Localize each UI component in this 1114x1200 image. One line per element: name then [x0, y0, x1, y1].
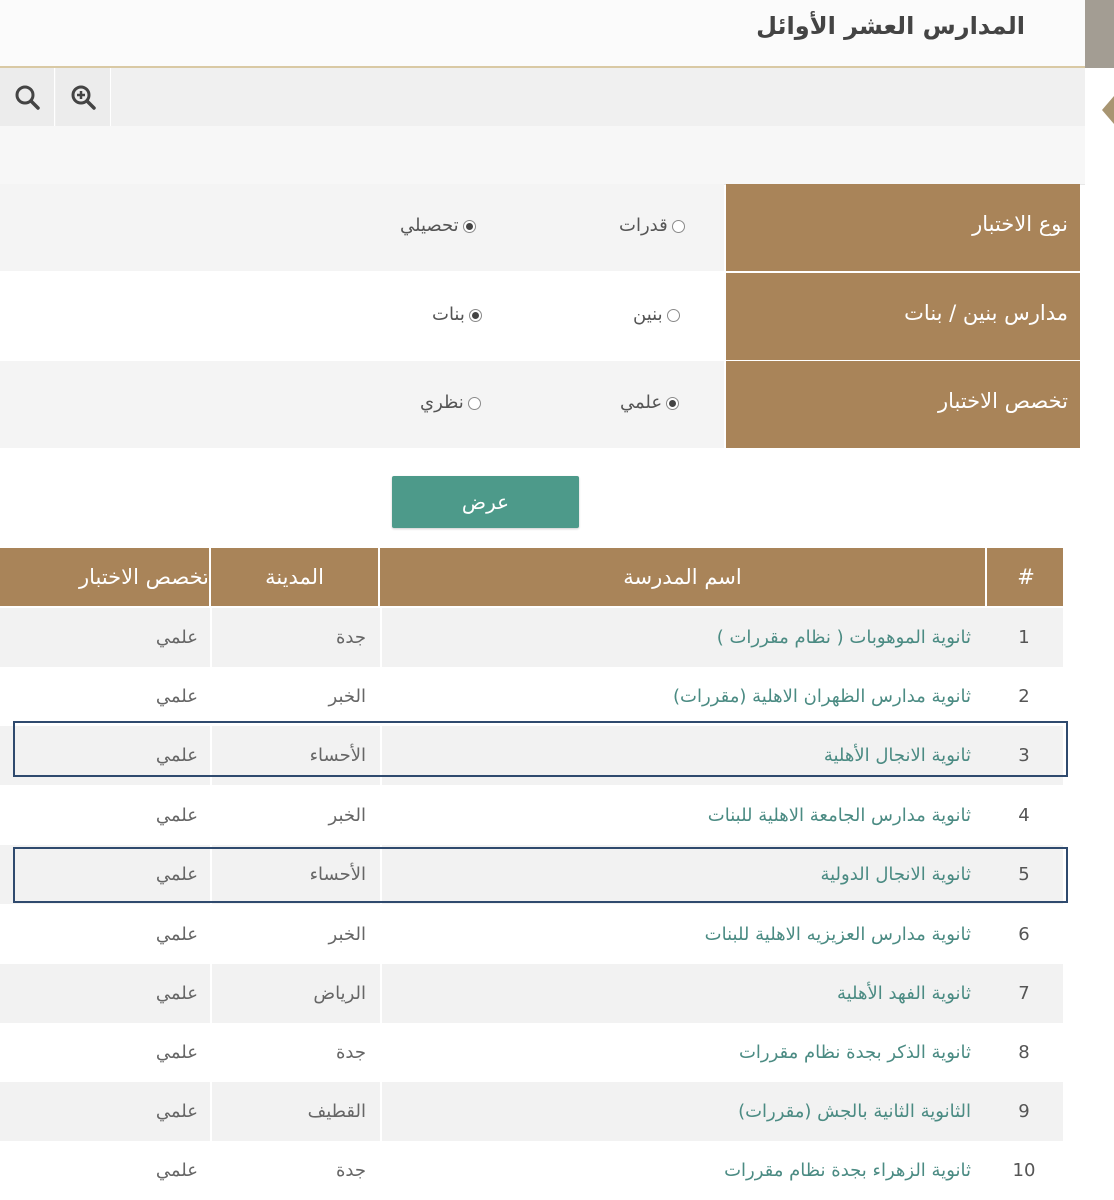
- radio-button[interactable]: [468, 308, 482, 322]
- filter-label: نوع الاختبار: [726, 184, 1080, 271]
- filter-test-type: قدرات تحصيلي نوع الاختبار: [0, 184, 1080, 271]
- table-row: 10 ثانوية الزهراء بجدة نظام مقررات جدة ع…: [0, 1141, 1063, 1200]
- table-row: 2 ثانوية مدارس الظهران الاهلية (مقررات) …: [0, 667, 1063, 726]
- school-link[interactable]: ثانوية الانجال الأهلية: [380, 726, 983, 785]
- chevron-left-icon[interactable]: [1102, 96, 1114, 124]
- radio-button[interactable]: [462, 219, 476, 233]
- table-header: # اسم المدرسة المدينة تخصص الاختبار: [0, 548, 1063, 606]
- school-link[interactable]: الثانوية الثانية بالجش (مقررات): [380, 1082, 983, 1141]
- filter-label: مدارس بنين / بنات: [726, 273, 1080, 360]
- radio-button[interactable]: [666, 396, 680, 410]
- toolbar: [0, 68, 1085, 126]
- school-link[interactable]: ثانوية الموهوبات ( نظام مقررات ): [380, 608, 983, 667]
- table-row: 4 ثانوية مدارس الجامعة الاهلية للبنات ال…: [0, 786, 1063, 845]
- page-title: المدارس العشر الأوائل: [756, 12, 1025, 40]
- school-link[interactable]: ثانوية الذكر بجدة نظام مقررات: [380, 1023, 983, 1082]
- table-row: 7 ثانوية الفهد الأهلية الرياض علمي: [0, 964, 1063, 1023]
- table-row: 1 ثانوية الموهوبات ( نظام مقررات ) جدة ع…: [0, 608, 1063, 667]
- radio-option-tahsili[interactable]: تحصيلي: [400, 215, 476, 236]
- school-link[interactable]: ثانوية مدارس العزيزيه الاهلية للبنات: [380, 905, 983, 964]
- radio-option-qudurat[interactable]: قدرات: [619, 215, 685, 236]
- school-link[interactable]: ثانوية مدارس الجامعة الاهلية للبنات: [380, 786, 983, 845]
- zoom-in-icon: [71, 85, 96, 110]
- radio-button[interactable]: [666, 308, 680, 322]
- school-link[interactable]: ثانوية الانجال الدولية: [380, 845, 983, 904]
- title-bar: المدارس العشر الأوائل: [0, 0, 1085, 68]
- school-link[interactable]: ثانوية مدارس الظهران الاهلية (مقررات): [380, 667, 983, 726]
- filter-specialization: علمي نظري تخصص الاختبار: [0, 361, 1080, 448]
- school-link[interactable]: ثانوية الفهد الأهلية: [380, 964, 983, 1023]
- filter-label: تخصص الاختبار: [726, 361, 1080, 448]
- header-school-name[interactable]: اسم المدرسة: [378, 548, 985, 606]
- search-button[interactable]: [0, 68, 55, 126]
- header-num: #: [985, 548, 1065, 606]
- table-row: 6 ثانوية مدارس العزيزيه الاهلية للبنات ا…: [0, 905, 1063, 964]
- header-specialization[interactable]: تخصص الاختبار: [0, 548, 207, 606]
- table-row: 3 ثانوية الانجال الأهلية الأحساء علمي: [0, 726, 1063, 785]
- radio-button[interactable]: [671, 219, 685, 233]
- school-link[interactable]: ثانوية الزهراء بجدة نظام مقررات: [380, 1141, 983, 1200]
- table-row: 5 ثانوية الانجال الدولية الأحساء علمي: [0, 845, 1063, 904]
- radio-option-girls[interactable]: بنات: [432, 304, 482, 325]
- filter-gender: بنين بنات مدارس بنين / بنات: [0, 273, 1080, 360]
- header-city[interactable]: المدينة: [209, 548, 378, 606]
- zoom-in-button[interactable]: [56, 68, 111, 126]
- spacer-band: [0, 126, 1085, 185]
- radio-option-theoretical[interactable]: نظري: [420, 392, 481, 413]
- radio-option-boys[interactable]: بنين: [633, 304, 680, 325]
- table-row: 9 الثانوية الثانية بالجش (مقررات) القطيف…: [0, 1082, 1063, 1141]
- search-icon: [15, 85, 40, 110]
- radio-option-scientific[interactable]: علمي: [620, 392, 680, 413]
- show-button[interactable]: عرض: [392, 476, 579, 528]
- table-row: 8 ثانوية الذكر بجدة نظام مقررات جدة علمي: [0, 1023, 1063, 1082]
- corner-tab: [1085, 0, 1114, 68]
- radio-button[interactable]: [467, 396, 481, 410]
